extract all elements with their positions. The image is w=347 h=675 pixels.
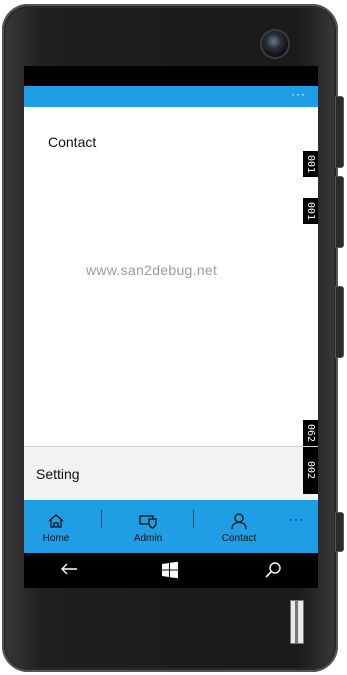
top-app-bar: ··· xyxy=(24,86,318,107)
search-icon[interactable] xyxy=(264,561,282,579)
bottom-sensor-slot xyxy=(290,600,304,644)
nav-more-button[interactable]: ··· xyxy=(289,512,304,526)
system-nav-bar xyxy=(24,553,318,588)
admin-shield-icon xyxy=(139,515,157,529)
marker-top-1: 001 xyxy=(303,151,318,177)
nav-item-admin[interactable]: Admin xyxy=(124,500,172,553)
nav-item-admin-label: Admin xyxy=(133,533,163,544)
phone-screen: ··· Contact www.san2debug.net 001 001 06… xyxy=(24,66,318,588)
marker-top-2: 001 xyxy=(303,198,318,224)
marker-bottom-2: 002 xyxy=(303,447,318,494)
marker-bottom-1: 062 xyxy=(303,420,318,446)
windows-logo-icon[interactable] xyxy=(161,561,179,579)
home-icon xyxy=(48,514,64,528)
side-button-camera[interactable] xyxy=(335,512,344,552)
nav-separator xyxy=(193,510,194,528)
side-button-power[interactable] xyxy=(335,286,344,358)
bottom-nav-bar: Home Admin Contact ··· xyxy=(24,500,318,553)
nav-item-contact-label: Contact xyxy=(221,533,257,544)
nav-item-home-label: Home xyxy=(42,533,70,544)
pane-item-setting[interactable]: Setting xyxy=(36,466,80,482)
top-more-button[interactable]: ··· xyxy=(291,87,306,101)
page-title: Contact xyxy=(48,134,97,150)
split-pane-menu: Setting 002 xyxy=(24,446,318,501)
person-icon xyxy=(231,513,247,530)
nav-item-contact[interactable]: Contact xyxy=(214,500,264,553)
back-arrow-icon[interactable] xyxy=(59,561,79,577)
watermark-text: www.san2debug.net xyxy=(86,262,218,278)
nav-separator xyxy=(101,510,102,528)
nav-item-home[interactable]: Home xyxy=(32,500,80,553)
main-content: Contact www.san2debug.net 001 001 062 xyxy=(24,107,318,446)
side-button-volume-up[interactable] xyxy=(335,96,344,168)
side-button-volume-down[interactable] xyxy=(335,176,344,248)
status-bar xyxy=(24,66,318,86)
front-camera xyxy=(260,29,290,59)
